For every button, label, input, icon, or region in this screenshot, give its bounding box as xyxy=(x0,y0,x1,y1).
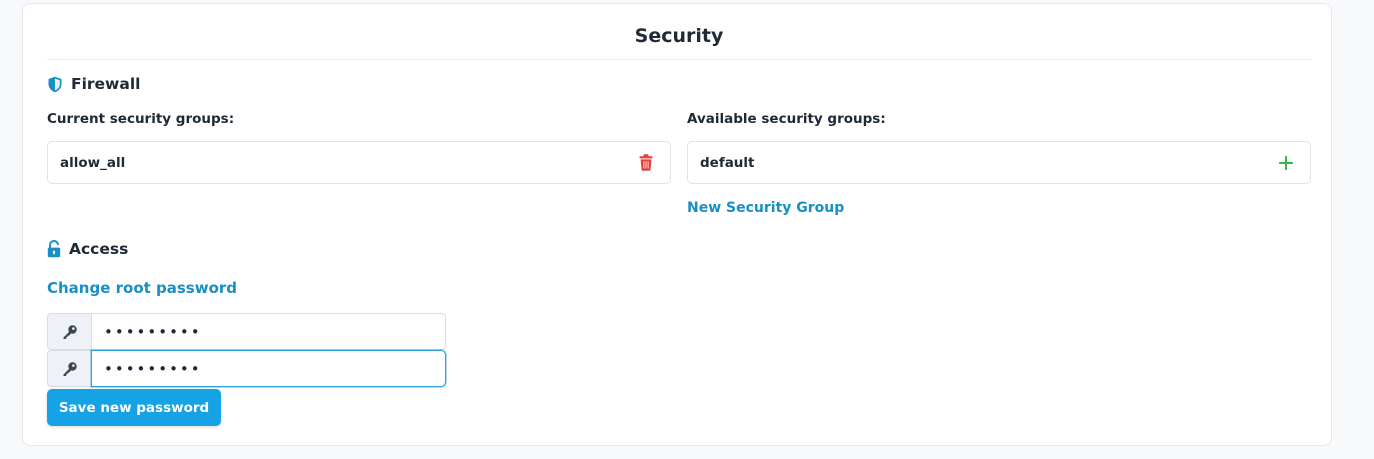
current-groups-label: Current security groups: xyxy=(47,111,235,127)
change-root-password-link[interactable]: Change root password xyxy=(47,279,237,297)
firewall-heading: Firewall xyxy=(47,75,140,93)
save-new-password-button[interactable]: Save new password xyxy=(47,389,221,426)
trash-icon[interactable] xyxy=(636,153,656,173)
unlock-icon xyxy=(47,240,61,258)
page-title: Security xyxy=(634,24,724,47)
new-password-input[interactable] xyxy=(91,313,446,350)
confirm-password-input[interactable] xyxy=(91,350,446,387)
available-groups-label: Available security groups: xyxy=(687,111,886,127)
plus-icon[interactable] xyxy=(1276,153,1296,173)
current-group-item: allow_all xyxy=(47,141,671,184)
new-security-group-link[interactable]: New Security Group xyxy=(687,200,844,216)
current-group-name: allow_all xyxy=(60,154,126,171)
key-icon xyxy=(47,350,91,387)
shield-icon xyxy=(47,76,63,93)
new-password-group xyxy=(47,313,446,350)
security-card: Security Firewall Current security group… xyxy=(22,3,1332,446)
card-header: Security xyxy=(47,4,1311,60)
firewall-heading-label: Firewall xyxy=(71,75,141,93)
confirm-password-group xyxy=(47,350,446,387)
available-group-name: default xyxy=(700,154,755,171)
access-heading-label: Access xyxy=(69,240,129,258)
access-heading: Access xyxy=(47,240,128,258)
key-icon xyxy=(47,313,91,350)
available-group-item: default xyxy=(687,141,1311,184)
